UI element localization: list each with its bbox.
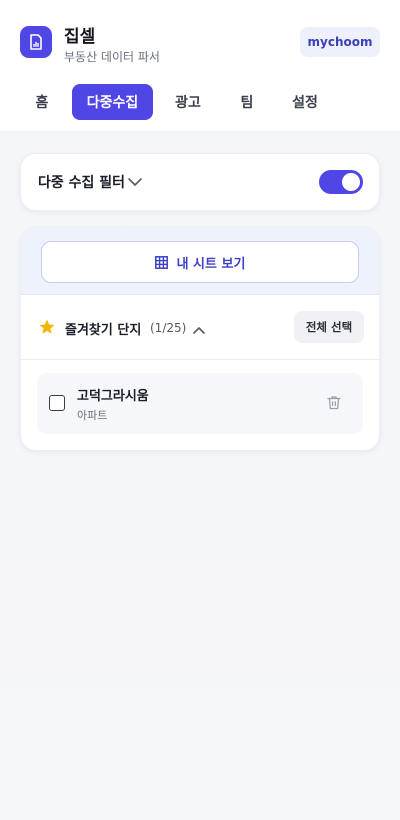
toggle-knob [342,173,360,191]
tab-settings[interactable]: 설정 [283,84,327,120]
star-icon [38,318,56,340]
filter-card: 다중 수집 필터 [20,153,380,211]
item-name: 고덕그라시움 [77,389,149,404]
app-header: 집셀 부동산 데이터 파서 mychoom 홈 다중수집 광고 팀 설정 [0,0,400,132]
filter-toggle[interactable] [319,170,363,194]
tab-ads[interactable]: 광고 [166,84,210,120]
chevron-down-icon[interactable] [127,174,143,193]
user-badge[interactable]: mychoom [300,27,380,57]
tab-multi-collect[interactable]: 다중수집 [72,84,153,120]
document-chart-icon [20,26,52,58]
app-title: 집셀 [64,27,96,47]
sheet-band: 내 시트 보기 [21,228,379,295]
favorites-title: 즐겨찾기 단지 [65,323,142,338]
favorites-card: 내 시트 보기 즐겨찾기 단지 (1/25) 전체 선택 고덕그라시움 아파트 [20,227,380,451]
chevron-up-icon[interactable] [192,321,206,340]
view-sheet-label: 내 시트 보기 [176,256,246,272]
favorites-header: 즐겨찾기 단지 (1/25) 전체 선택 [21,296,379,360]
filter-label[interactable]: 다중 수집 필터 [38,172,125,192]
tab-home[interactable]: 홈 [24,84,60,120]
trash-icon[interactable] [327,395,341,414]
view-sheet-button[interactable]: 내 시트 보기 [41,241,359,283]
favorites-count: (1/25) [150,321,187,335]
item-checkbox[interactable] [49,395,65,411]
grid-table-icon [154,255,168,269]
tab-team[interactable]: 팀 [227,84,267,120]
list-item[interactable]: 고덕그라시움 아파트 [37,373,363,434]
app-subtitle: 부동산 데이터 파서 [64,50,160,64]
item-type: 아파트 [77,409,108,422]
select-all-button[interactable]: 전체 선택 [294,311,364,343]
